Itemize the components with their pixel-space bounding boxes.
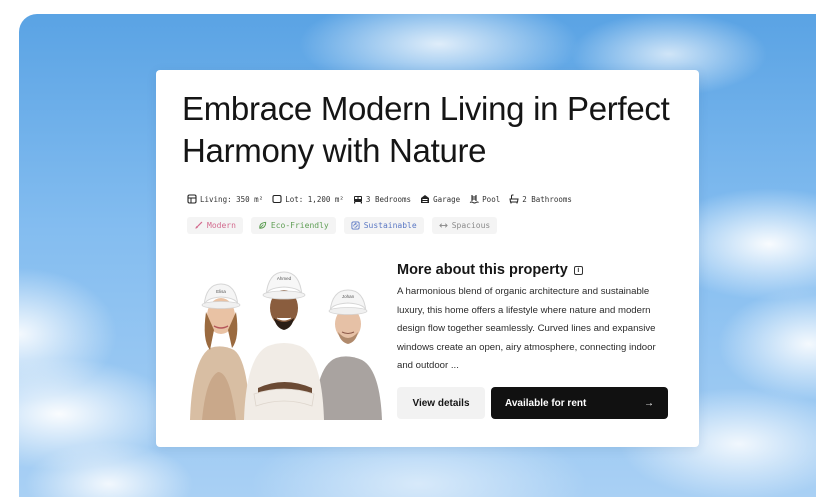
bed-icon — [353, 196, 362, 204]
tag-label: Eco-Friendly — [270, 221, 329, 230]
features-row: Living: 350 m² Lot: 1,200 m² 3 Bedrooms … — [187, 192, 572, 206]
feature-bathrooms: 2 Bathrooms — [509, 194, 572, 204]
recycle-icon — [351, 221, 360, 230]
feature-living: Living: 350 m² — [187, 194, 263, 204]
tag-sustainable: Sustainable — [343, 217, 424, 234]
feature-label: 2 Bathrooms — [522, 194, 572, 204]
tag-label: Spacious — [451, 221, 491, 230]
arrow-right-icon: → — [644, 397, 654, 409]
bath-icon — [509, 194, 519, 204]
helmet-name: Ahmed — [277, 276, 292, 281]
brush-icon — [195, 221, 203, 229]
about-title: More about this property i — [397, 262, 583, 278]
pool-icon — [469, 195, 480, 204]
helmet-name: Elisa — [216, 289, 226, 294]
feature-label: Lot: 1,200 m² — [285, 194, 344, 204]
tags-row: Modern Eco-Friendly Sustainable Spacious — [187, 217, 498, 234]
property-description: A harmonious blend of organic architectu… — [397, 286, 656, 371]
feature-label: Pool — [482, 194, 501, 204]
view-details-label: View details — [412, 397, 470, 409]
lot-icon — [272, 194, 282, 204]
rent-label: Available for rent — [505, 397, 587, 409]
tag-eco-friendly: Eco-Friendly — [250, 217, 336, 234]
tag-label: Modern — [207, 221, 236, 230]
feature-bedrooms: 3 Bedrooms — [353, 194, 411, 204]
property-team-photo: Elisa Johan Ahmed — [188, 260, 384, 420]
feature-label: 3 Bedrooms — [365, 194, 412, 204]
feature-label: Living: 350 m² — [200, 194, 264, 204]
info-icon[interactable]: i — [573, 265, 583, 275]
feature-label: Garage — [433, 194, 461, 204]
garage-icon — [421, 195, 430, 203]
tag-label: Sustainable — [363, 221, 417, 230]
tag-modern: Modern — [187, 217, 243, 234]
feature-pool: Pool — [469, 194, 500, 204]
living-area-icon — [187, 194, 197, 204]
expand-icon — [438, 223, 448, 228]
listing-title: Embrace Modern Living in Perfect Harmony… — [182, 90, 670, 169]
available-for-rent-button[interactable]: Available for rent → — [491, 387, 668, 419]
tag-spacious: Spacious — [431, 217, 498, 234]
helmet-name: Johan — [342, 294, 355, 299]
view-details-button[interactable]: View details — [397, 387, 485, 419]
leaf-icon — [259, 221, 267, 229]
feature-lot: Lot: 1,200 m² — [272, 194, 344, 204]
feature-garage: Garage — [420, 194, 460, 204]
about-title-text: More about this property — [397, 262, 568, 278]
